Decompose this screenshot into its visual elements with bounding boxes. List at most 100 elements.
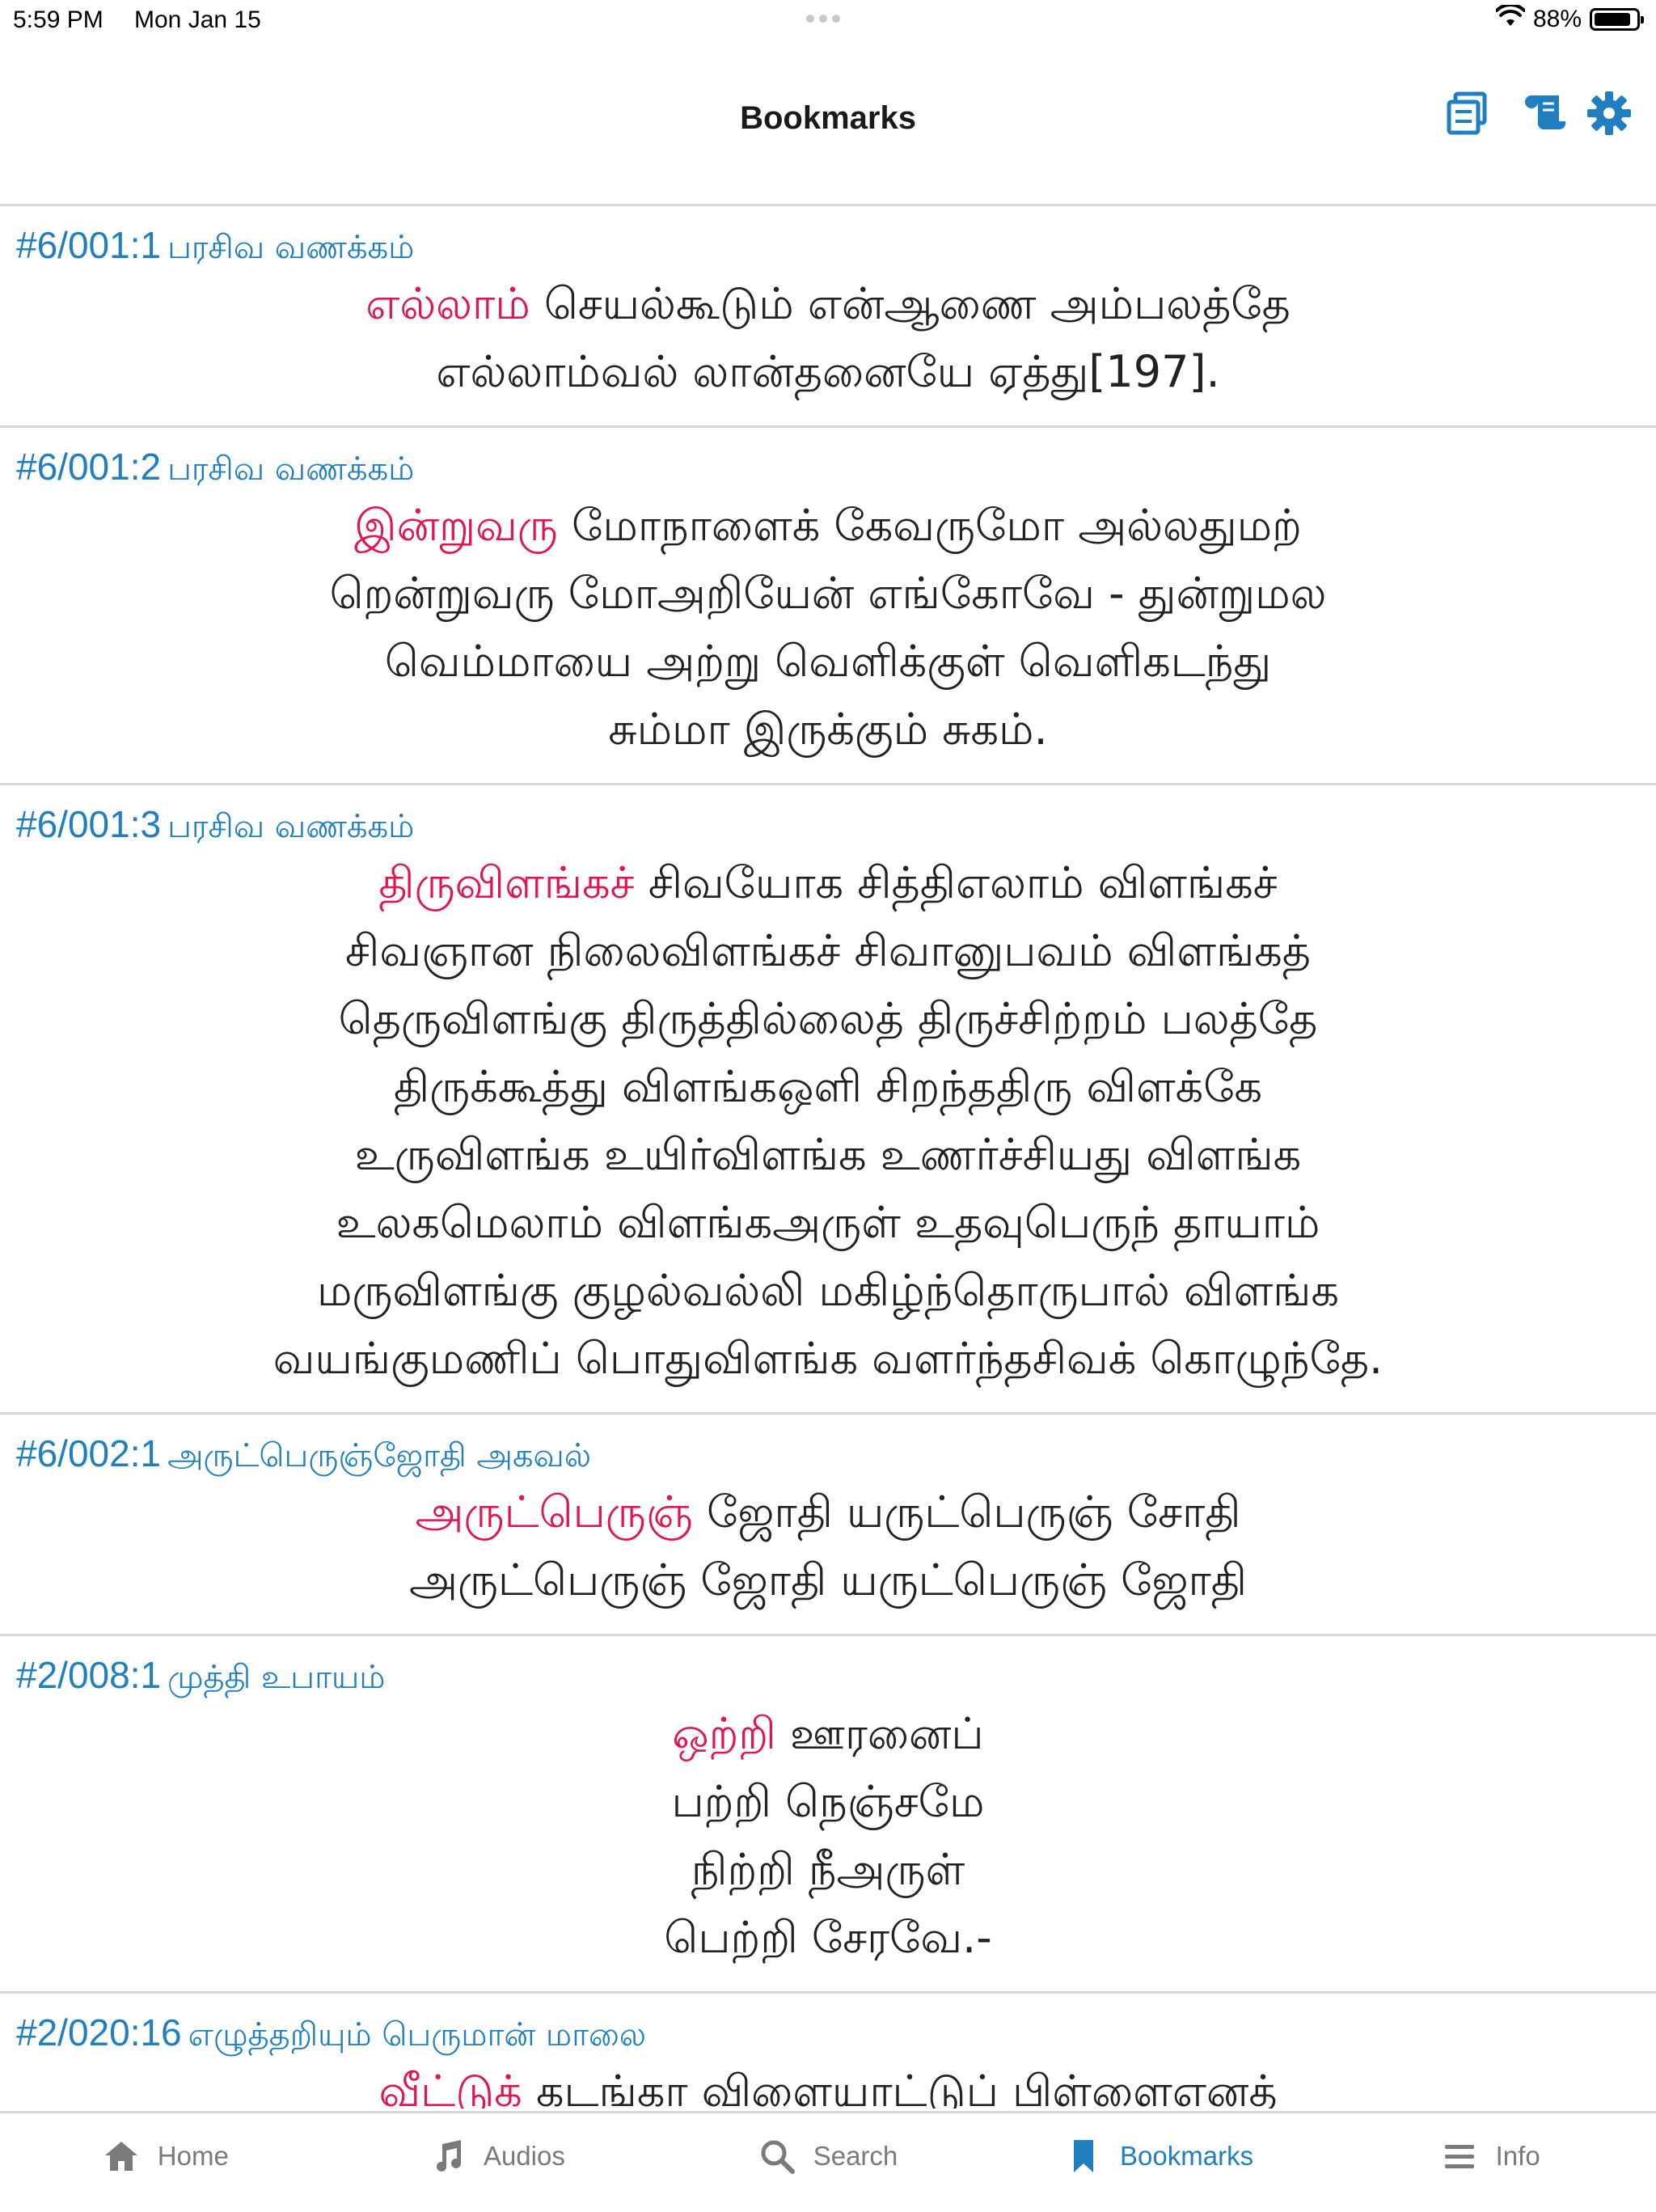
music-note-icon: [429, 2138, 466, 2175]
verse-line: தெருவிளங்கு திருத்தில்லைத் திருச்சிற்றம்…: [16, 985, 1640, 1053]
verse-line: றென்றுவரு மோஅறியேன் எங்கோவே - துன்றுமல: [16, 560, 1640, 628]
verse-line: நிற்றி நீஅருள்: [16, 1836, 1640, 1904]
gear-icon[interactable]: [1585, 89, 1633, 137]
verse-line: அருட்பெருஞ் ஜோதி யருட்பெருஞ் சோதி: [16, 1478, 1640, 1546]
verse-text: நிற்றி நீஅருள்: [691, 1844, 965, 1895]
verse-line: எல்லாம்வல் லான்தனையே ஏத்து[197].: [16, 338, 1640, 406]
home-icon: [103, 2138, 140, 2175]
tab-bookmarks[interactable]: Bookmarks: [994, 2113, 1325, 2212]
verse-first-word: திருவிளங்கச்: [378, 857, 635, 908]
bookmark-chapter: பரசிவ வணக்கம்: [167, 229, 415, 266]
tab-info[interactable]: Info: [1324, 2113, 1656, 2212]
verse-line: சும்மா இருக்கும் சுகம்.: [16, 696, 1640, 763]
verse-text: உலகமெலாம் விளங்கஅருள் உதவுபெருந் தாயாம்: [336, 1197, 1320, 1248]
bookmark-header[interactable]: #2/008:1 முத்தி உபாயம்: [16, 1652, 1640, 1700]
status-bar: 5:59 PM Mon Jan 15 88%: [0, 0, 1656, 44]
verse-text: தெருவிளங்கு திருத்தில்லைத் திருச்சிற்றம்…: [338, 993, 1318, 1044]
verse-first-word: ஒற்றி: [672, 1708, 776, 1759]
status-date: Mon Jan 15: [134, 6, 261, 33]
verse-text: வெம்மாயை அற்று வெளிக்குள் வெளிகடந்து: [384, 636, 1272, 687]
verse-text: றென்றுவரு மோஅறியேன் எங்கோவே - துன்றுமல: [329, 568, 1327, 619]
bookmark-reference: #2/020:16: [16, 2011, 182, 2053]
bookmark-entry[interactable]: #6/001:1 பரசிவ வணக்கம் எல்லாம் செயல்கூடும்…: [0, 206, 1656, 428]
verse-first-word: இன்றுவரு: [354, 500, 558, 551]
tab-home[interactable]: Home: [0, 2113, 332, 2212]
verse-text: கடங்கா விளையாட்டுப் பிள்ளைஎனத்: [522, 2066, 1278, 2108]
verse-text: மருவிளங்கு குழல்வல்லி மகிழ்ந்தொருபால் வி…: [316, 1265, 1340, 1316]
bookmark-chapter: பரசிவ வணக்கம்: [167, 450, 415, 488]
bookmark-chapter: பரசிவ வணக்கம்: [167, 808, 415, 845]
tab-label: Audios: [483, 2141, 565, 2171]
battery-icon: [1590, 8, 1644, 31]
tab-label: Home: [157, 2141, 229, 2171]
verse-text: ஊரனைப்: [775, 1708, 984, 1759]
verse-line: ஒற்றி ஊரனைப்: [16, 1700, 1640, 1768]
verse-text: எல்லாம்வல் லான்தனையே ஏத்து[197].: [436, 346, 1220, 397]
verse-text: சும்மா இருக்கும் சுகம்.: [608, 704, 1048, 755]
bookmark-header[interactable]: #2/020:16 எழுத்தறியும் பெருமான் மாலை: [16, 2010, 1640, 2058]
verse-line: எல்லாம் செயல்கூடும் என்ஆணை அம்பலத்தே: [16, 270, 1640, 338]
verse-first-word: அருட்பெருஞ்: [415, 1487, 693, 1537]
verse-line: பற்றி நெஞ்சமே: [16, 1768, 1640, 1836]
verse-text: பற்றி நெஞ்சமே: [671, 1776, 985, 1827]
tab-search[interactable]: Search: [662, 2113, 994, 2212]
bookmark-chapter: முத்தி உபாயம்: [167, 1659, 386, 1696]
wifi-icon: [1494, 2, 1526, 34]
tab-bar: Home Audios Search Bookmarks Info: [0, 2111, 1656, 2212]
bookmark-header[interactable]: #6/001:2 பரசிவ வணக்கம்: [16, 444, 1640, 492]
multitasking-dots-icon[interactable]: [804, 3, 852, 36]
verse-text: திருக்கூத்து விளங்கஒளி சிறந்ததிரு விளக்க…: [393, 1061, 1263, 1112]
bookmark-entry[interactable]: #6/002:1 அருட்பெருஞ்ஜோதி அகவல் அருட்பெருஞ்…: [0, 1415, 1656, 1636]
verse-text: உருவிளங்க உயிர்விளங்க உணர்ச்சியது விளங்க: [354, 1129, 1302, 1180]
verse-line: உருவிளங்க உயிர்விளங்க உணர்ச்சியது விளங்க: [16, 1121, 1640, 1189]
tab-label: Info: [1495, 2141, 1540, 2171]
menu-icon: [1441, 2138, 1478, 2175]
bookmark-reference: #6/001:3: [16, 803, 162, 845]
verse-text: மோநாளைக் கேவருமோ அல்லதுமற்: [557, 500, 1302, 551]
verse-line: வயங்குமணிப் பொதுவிளங்க வளர்ந்தசிவக் கொழு…: [16, 1325, 1640, 1393]
tab-label: Bookmarks: [1120, 2141, 1254, 2171]
bookmark-reference: #6/001:2: [16, 446, 162, 488]
bookmark-entry[interactable]: #6/001:3 பரசிவ வணக்கம் திருவிளங்கச் சிவயோக…: [0, 785, 1656, 1415]
page-title: Bookmarks: [740, 100, 916, 136]
verse-text: வயங்குமணிப் பொதுவிளங்க வளர்ந்தசிவக் கொழு…: [272, 1333, 1384, 1384]
bookmark-header[interactable]: #6/001:3 பரசிவ வணக்கம்: [16, 801, 1640, 849]
verse-text: சிவஞான நிலைவிளங்கச் சிவானுபவம் விளங்கத்: [345, 925, 1311, 976]
bookmark-chapter: எழுத்தறியும் பெருமான் மாலை: [188, 2016, 647, 2053]
verse-line: அருட்பெருஞ் ஜோதி யருட்பெருஞ் ஜோதி: [16, 1546, 1640, 1614]
bookmark-entry[interactable]: #2/008:1 முத்தி உபாயம் ஒற்றி ஊரனைப் பற்றி ந…: [0, 1636, 1656, 1994]
bookmark-chapter: அருட்பெருஞ்ஜோதி அகவல்: [167, 1437, 592, 1474]
copy-icon[interactable]: [1443, 89, 1491, 137]
status-time: 5:59 PM: [13, 6, 104, 33]
tab-audios[interactable]: Audios: [332, 2113, 663, 2212]
scroll-icon[interactable]: [1522, 89, 1570, 137]
bookmark-reference: #6/002:1: [16, 1432, 162, 1474]
verse-line: திருக்கூத்து விளங்கஒளி சிறந்ததிரு விளக்க…: [16, 1053, 1640, 1121]
bookmark-reference: #2/008:1: [16, 1654, 162, 1696]
navigation-bar: Bookmarks: [0, 44, 1656, 206]
bookmark-reference: #6/001:1: [16, 224, 162, 266]
verse-line: வெம்மாயை அற்று வெளிக்குள் வெளிகடந்து: [16, 628, 1640, 696]
verse-text: செயல்கூடும் என்ஆணை அம்பலத்தே: [530, 278, 1291, 329]
verse-line: வீட்டுக் கடங்கா விளையாட்டுப் பிள்ளைஎனத்: [16, 2058, 1640, 2108]
verse-line: பெற்றி சேரவே.-: [16, 1904, 1640, 1972]
bookmark-header[interactable]: #6/001:1 பரசிவ வணக்கம்: [16, 222, 1640, 270]
verse-line: சிவஞான நிலைவிளங்கச் சிவானுபவம் விளங்கத்: [16, 917, 1640, 985]
verse-first-word: வீட்டுக்: [378, 2066, 522, 2108]
tab-label: Search: [813, 2141, 898, 2171]
verse-line: உலகமெலாம் விளங்கஅருள் உதவுபெருந் தாயாம்: [16, 1189, 1640, 1257]
verse-text: ஜோதி யருட்பெருஞ் சோதி: [692, 1487, 1241, 1537]
verse-line: மருவிளங்கு குழல்வல்லி மகிழ்ந்தொருபால் வி…: [16, 1257, 1640, 1325]
verse-text: அருட்பெருஞ் ஜோதி யருட்பெருஞ் ஜோதி: [408, 1554, 1248, 1605]
bookmark-list[interactable]: #6/001:1 பரசிவ வணக்கம் எல்லாம் செயல்கூடும்…: [0, 206, 1656, 2108]
bookmark-icon: [1065, 2138, 1102, 2175]
status-indicators: 88%: [1494, 2, 1644, 34]
verse-text: சிவயோக சித்திஎலாம் விளங்கச்: [634, 857, 1278, 908]
verse-first-word: எல்லாம்: [365, 278, 530, 329]
search-icon: [758, 2138, 796, 2175]
battery-percentage: 88%: [1532, 6, 1582, 32]
bookmark-entry[interactable]: #2/020:16 எழுத்தறியும் பெருமான் மாலை வீட்ட…: [0, 1994, 1656, 2108]
verse-line: இன்றுவரு மோநாளைக் கேவருமோ அல்லதுமற்: [16, 492, 1640, 560]
bookmark-entry[interactable]: #6/001:2 பரசிவ வணக்கம் இன்றுவரு மோநாளைக் க…: [0, 428, 1656, 785]
bookmark-header[interactable]: #6/002:1 அருட்பெருஞ்ஜோதி அகவல்: [16, 1431, 1640, 1478]
